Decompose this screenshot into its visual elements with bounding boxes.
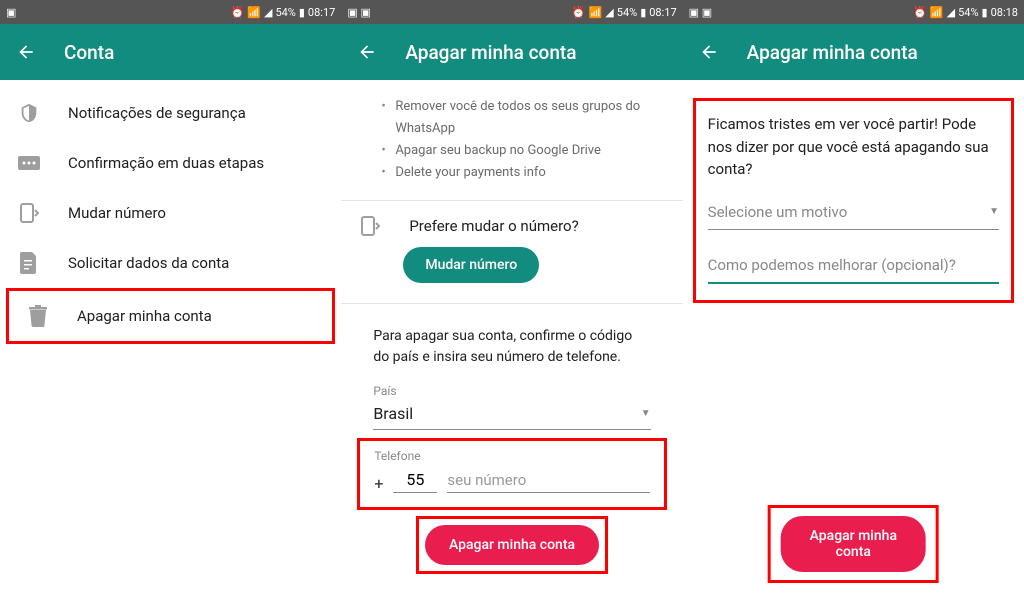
item-delete-account[interactable]: Apagar minha conta (6, 288, 335, 344)
status-icon-app: ▣ (6, 6, 16, 19)
consequences-list: Remover você de todos os seus grupos do … (341, 88, 682, 196)
back-button[interactable] (699, 42, 719, 62)
change-number-button[interactable]: Mudar número (403, 247, 539, 283)
clock: 08:18 (991, 6, 1018, 19)
delete-account-button[interactable]: Apagar minha conta (781, 516, 926, 572)
battery-icon: ▮ (982, 6, 988, 19)
app-bar: Apagar minha conta (683, 24, 1024, 80)
signal-icon: ◢ (947, 6, 955, 19)
shield-icon (18, 102, 40, 124)
prefer-change-row: Prefere mudar o número? (341, 201, 682, 247)
back-button[interactable] (16, 42, 36, 62)
phone-number-input[interactable] (447, 468, 649, 493)
status-bar: ▣ ⏰ 📶 ◢ 54% ▮ 08:17 (0, 0, 341, 24)
battery-icon: ▮ (640, 6, 646, 19)
battery-percent: 54% (958, 6, 978, 19)
item-change-number[interactable]: Mudar número (0, 188, 341, 238)
delete-content: Remover você de todos os seus grupos do … (341, 80, 682, 607)
wifi-icon: 📶 (589, 6, 603, 19)
signal-icon: ◢ (264, 6, 272, 19)
country-selector[interactable]: Brasil ▼ (373, 400, 650, 430)
alarm-icon: ⏰ (913, 6, 927, 19)
item-label: Solicitar dados da conta (68, 254, 229, 272)
bullet-item: Apagar seu backup no Google Drive (381, 140, 642, 162)
alarm-icon: ⏰ (572, 6, 586, 19)
improvement-input[interactable] (708, 252, 999, 284)
delete-button-highlight: Apagar minha conta (416, 516, 608, 574)
settings-list: Notificações de segurança Confirmação em… (0, 80, 341, 607)
item-label: Notificações de segurança (68, 104, 246, 122)
status-icon-app: ▣ ▣ (347, 6, 371, 19)
wifi-icon: 📶 (930, 6, 944, 19)
back-button[interactable] (357, 42, 377, 62)
page-title: Apagar minha conta (405, 41, 576, 64)
item-label: Confirmação em duas etapas (68, 154, 264, 172)
sim-swap-icon (359, 215, 381, 237)
feedback-box: Ficamos tristes em ver você partir! Pode… (693, 98, 1014, 303)
wifi-icon: 📶 (247, 6, 261, 19)
screen-delete-account: ▣ ▣ ⏰ 📶 ◢ 54% ▮ 08:17 Apagar minha conta… (341, 0, 682, 607)
sad-message: Ficamos tristes em ver você partir! Pode… (708, 113, 999, 181)
trash-icon (27, 305, 49, 327)
delete-button-highlight: Apagar minha conta (768, 505, 939, 583)
item-two-step[interactable]: Confirmação em duas etapas (0, 138, 341, 188)
prefer-text: Prefere mudar o número? (409, 217, 578, 235)
document-icon (18, 252, 40, 274)
plus-sign: + (374, 474, 383, 493)
screen-account-settings: ▣ ⏰ 📶 ◢ 54% ▮ 08:17 Conta Notificações d… (0, 0, 341, 607)
page-title: Conta (64, 41, 114, 64)
country-label: País (341, 378, 682, 400)
item-security-notifications[interactable]: Notificações de segurança (0, 88, 341, 138)
delete-account-button[interactable]: Apagar minha conta (425, 525, 599, 565)
item-label: Apagar minha conta (77, 307, 212, 325)
item-request-data[interactable]: Solicitar dados da conta (0, 238, 341, 288)
status-icon-app: ▣ ▣ (689, 6, 713, 19)
status-bar: ▣ ▣ ⏰ 📶 ◢ 54% ▮ 08:18 (683, 0, 1024, 24)
app-bar: Apagar minha conta (341, 24, 682, 80)
clock: 08:17 (649, 6, 676, 19)
phone-label: Telefone (374, 449, 649, 463)
app-bar: Conta (0, 24, 341, 80)
battery-percent: 54% (617, 6, 637, 19)
reason-dropdown[interactable]: Selecione um motivo ▼ (708, 199, 999, 230)
country-value: Brasil (373, 404, 413, 423)
bullet-item: Remover você de todos os seus grupos do … (381, 96, 642, 140)
dropdown-icon: ▼ (989, 206, 999, 217)
item-label: Mudar número (68, 204, 166, 222)
screen-delete-reason: ▣ ▣ ⏰ 📶 ◢ 54% ▮ 08:18 Apagar minha conta… (683, 0, 1024, 607)
bullet-item: Delete your payments info (381, 162, 642, 184)
phone-input-group: Telefone + (357, 438, 666, 510)
country-code-input[interactable] (393, 467, 437, 493)
sim-swap-icon (18, 202, 40, 224)
dropdown-icon: ▼ (641, 408, 651, 419)
battery-percent: 54% (275, 6, 295, 19)
page-title: Apagar minha conta (747, 41, 918, 64)
alarm-icon: ⏰ (231, 6, 245, 19)
battery-icon: ▮ (299, 6, 305, 19)
status-bar: ▣ ▣ ⏰ 📶 ◢ 54% ▮ 08:17 (341, 0, 682, 24)
confirm-instructions: Para apagar sua conta, confirme o código… (341, 304, 682, 378)
pin-icon (18, 152, 40, 174)
signal-icon: ◢ (605, 6, 613, 19)
clock: 08:17 (308, 6, 335, 19)
reason-placeholder: Selecione um motivo (708, 203, 848, 221)
